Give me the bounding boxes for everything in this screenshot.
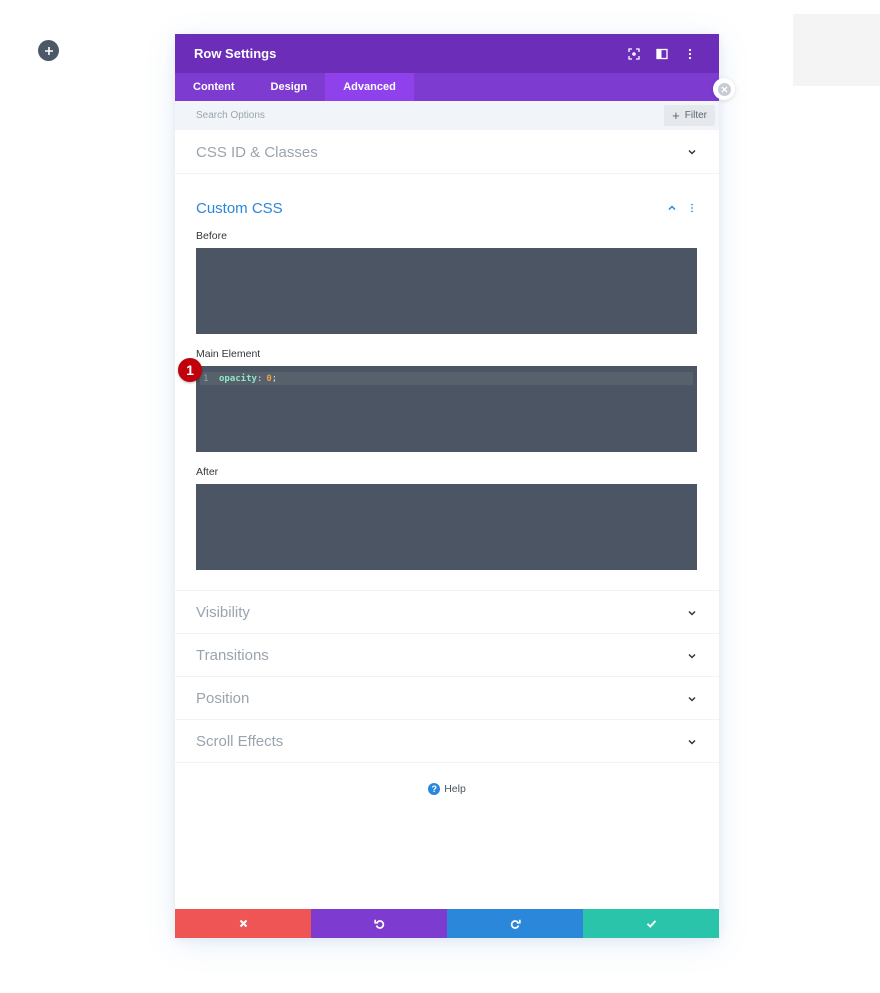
split-layout-icon[interactable]	[652, 44, 672, 64]
undo-button[interactable]	[311, 909, 447, 938]
section-scroll-effects: Scroll Effects	[175, 720, 719, 763]
section-title: Scroll Effects	[196, 733, 284, 750]
section-position: Position	[175, 677, 719, 720]
section-title: Visibility	[196, 604, 250, 621]
after-css-editor[interactable]	[196, 484, 697, 570]
plus-icon	[44, 46, 53, 55]
section-toggle-transitions[interactable]: Transitions	[175, 634, 719, 677]
redo-button[interactable]	[447, 909, 583, 938]
after-css-input[interactable]	[196, 484, 697, 570]
code-line: 1 opacity : 0 ;	[200, 372, 693, 385]
help-label: Help	[444, 783, 466, 795]
screen-target-icon[interactable]	[624, 44, 644, 64]
section-custom-css: Custom CSS Before Main Element 1 opacity…	[175, 174, 719, 591]
section-toggle-custom-css[interactable]: Custom CSS	[175, 174, 719, 230]
modal-footer	[175, 909, 719, 938]
css-property: opacity	[219, 373, 257, 384]
plus-icon: +	[672, 108, 680, 123]
close-icon	[239, 919, 247, 928]
cancel-button[interactable]	[175, 909, 311, 938]
add-section-button[interactable]	[38, 40, 59, 61]
section-toggle-scroll-effects[interactable]: Scroll Effects	[175, 720, 719, 763]
chevron-down-icon	[686, 607, 698, 619]
field-main-element: Main Element 1 opacity : 0 ;	[175, 348, 719, 452]
undo-icon	[373, 919, 384, 929]
section-toggle-css-id[interactable]: CSS ID & Classes	[175, 130, 719, 174]
field-label-before: Before	[196, 230, 227, 242]
section-css-id-classes: CSS ID & Classes	[175, 130, 719, 174]
more-vertical-icon[interactable]	[686, 202, 698, 214]
modal-header: Row Settings	[175, 34, 719, 73]
chevron-down-icon	[686, 693, 698, 705]
chevron-up-icon	[666, 202, 678, 214]
save-button[interactable]	[583, 909, 719, 938]
line-number: 1	[203, 373, 209, 384]
row-settings-modal: Row Settings Content Design Advanced + F…	[175, 34, 719, 938]
field-after: After	[175, 466, 719, 570]
search-options-bar: + Filter	[175, 101, 719, 130]
section-visibility: Visibility	[175, 591, 719, 634]
section-title: Position	[196, 690, 250, 707]
more-vertical-icon[interactable]	[680, 44, 700, 64]
chevron-down-icon	[686, 736, 698, 748]
modal-close-handle[interactable]	[713, 78, 735, 100]
field-label-after: After	[196, 466, 219, 478]
redo-icon	[510, 919, 521, 929]
section-toggle-position[interactable]: Position	[175, 677, 719, 720]
help-icon: ?	[428, 783, 441, 795]
step-number-badge: 1	[178, 358, 202, 382]
background-placeholder-block	[793, 14, 880, 86]
css-semicolon: ;	[271, 373, 278, 384]
main-element-css-editor[interactable]: 1 opacity : 0 ;	[196, 366, 697, 452]
close-icon	[717, 82, 731, 96]
section-title: Custom CSS	[196, 199, 283, 217]
search-options-input[interactable]	[196, 110, 665, 121]
field-label-main-element: Main Element	[196, 348, 261, 360]
modal-title: Row Settings	[194, 46, 277, 61]
before-css-input[interactable]	[196, 248, 697, 334]
section-transitions: Transitions	[175, 634, 719, 677]
chevron-down-icon	[686, 146, 698, 158]
section-title: Transitions	[196, 647, 269, 664]
css-colon: :	[256, 373, 263, 384]
tab-design[interactable]: Design	[253, 73, 326, 101]
before-css-editor[interactable]	[196, 248, 697, 334]
filter-button[interactable]: + Filter	[664, 105, 715, 126]
field-before: Before	[175, 230, 719, 334]
filter-label: Filter	[684, 110, 707, 121]
settings-tabs: Content Design Advanced	[175, 73, 719, 101]
checkmark-icon	[646, 920, 656, 928]
tab-content[interactable]: Content	[175, 73, 253, 101]
section-toggle-visibility[interactable]: Visibility	[175, 591, 719, 634]
section-title: CSS ID & Classes	[196, 143, 318, 161]
tab-advanced[interactable]: Advanced	[325, 73, 414, 101]
chevron-down-icon	[686, 650, 698, 662]
help-link[interactable]: ? Help	[175, 783, 719, 795]
